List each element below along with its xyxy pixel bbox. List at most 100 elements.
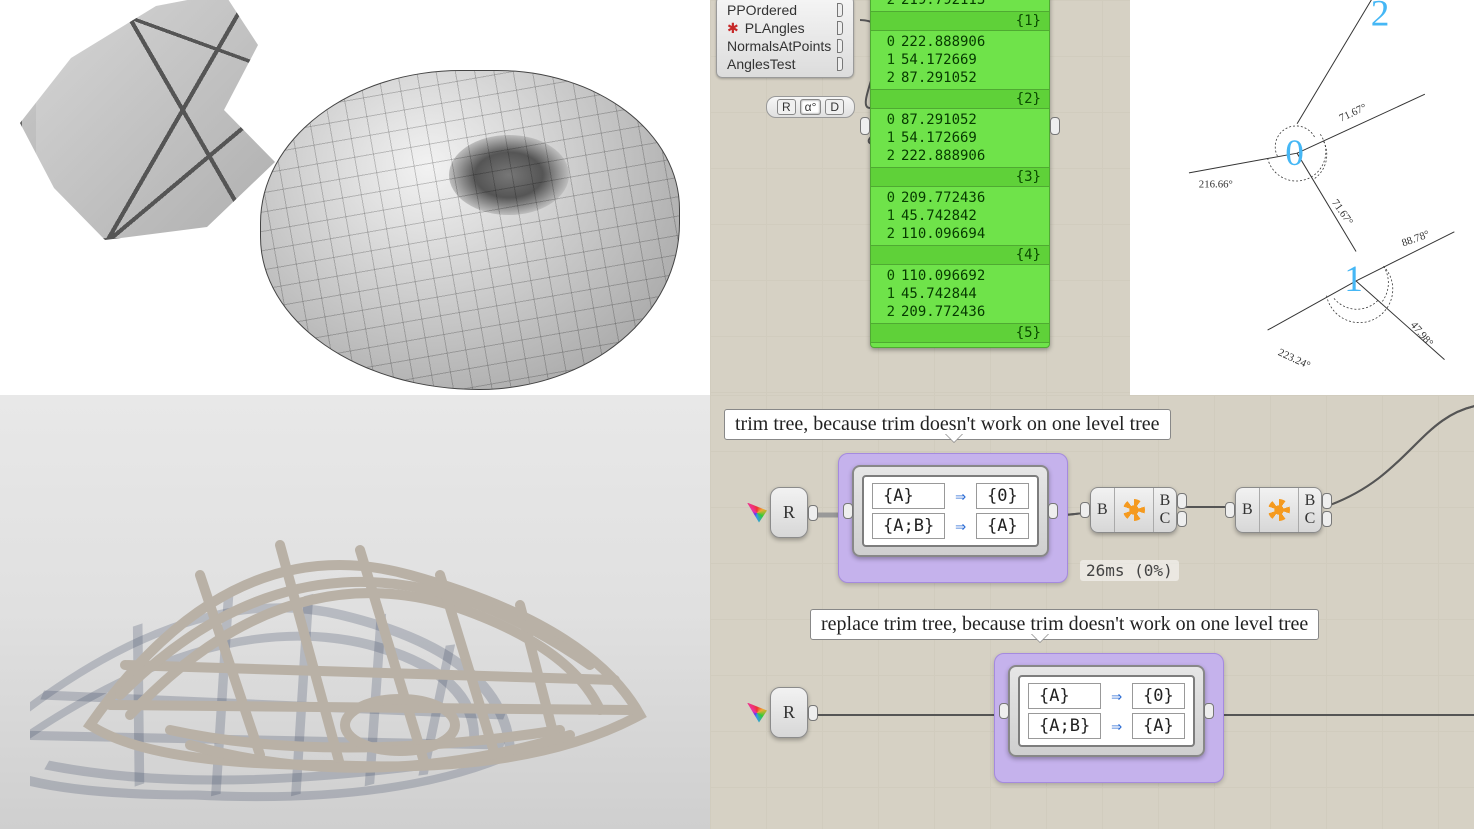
angle-label: 216.66° [1199,179,1233,191]
brep-label: R [783,502,795,523]
param-ppordered[interactable]: PPOrdered [727,1,843,19]
arrow-right-icon: ⇒ [1111,716,1122,737]
param-output-grip[interactable] [837,57,843,71]
angle-label: 223.24° [1276,347,1312,372]
param-anglestest[interactable]: AnglesTest [727,55,843,73]
data-item: 287.291052 [871,69,1049,87]
angle-label: 71.67° [1338,101,1369,124]
panel-leading-items: 173.169885 2219.792113 [871,0,1049,11]
data-item: 145.742844 [871,285,1049,303]
data-panel[interactable]: 173.169885 2219.792113 {1}0222.888906154… [870,0,1050,348]
explode-icon [1123,499,1145,521]
data-item: 2219.792113 [871,0,1049,9]
viewport-meshes [0,0,710,395]
explode-tree-component-2[interactable]: B BC [1235,487,1322,533]
rendered-lattice-viewport [0,395,710,829]
degrees-component[interactable]: R α° D [766,96,855,118]
comp-output-grip[interactable] [1048,503,1058,519]
data-item: 154.172669 [871,129,1049,147]
deg-d-button[interactable]: D [825,99,844,115]
ports-out: BC [1298,488,1322,532]
branch-header: {3} [871,167,1049,187]
angle-diagram: 2 0 216.66° 71.67° 71.67° 1 223.24° 88.7… [1130,0,1474,395]
scribble-note-2[interactable]: replace trim tree, because trim doesn't … [810,609,1319,640]
path-mapper-1[interactable]: {A} ⇒ {0} {A;B} ⇒ {A} [852,465,1049,557]
data-item: 0209.772436 [871,189,1049,207]
data-item: 2222.888906 [871,147,1049,165]
grasshopper-canvas-data[interactable]: PPOrdered ✱ PLAngles NormalsAtPoints Ang… [710,0,1474,395]
param-output-grip[interactable] [837,39,843,53]
deg-degrees-button[interactable]: α° [800,99,822,115]
data-item: 154.172669 [871,51,1049,69]
comp-output-grip[interactable] [1204,703,1214,719]
scribble-note-1[interactable]: trim tree, because trim doesn't work on … [724,409,1171,440]
path-src: {A} [872,483,945,509]
explode-tree-component-1[interactable]: B BC [1090,487,1177,533]
param-output-grip[interactable] [837,3,843,17]
brep-param-input-1[interactable]: R [770,487,808,538]
data-item: 2209.772436 [871,303,1049,321]
data-item: 2110.096694 [871,225,1049,243]
path-rules-panel[interactable]: {A} ⇒ {0} {A;B} ⇒ {A} [1018,675,1195,747]
param-plangles[interactable]: ✱ PLAngles [727,19,843,37]
comp-output-grip[interactable] [1322,511,1332,527]
panel-output-grip[interactable] [1050,117,1060,135]
param-output-grip[interactable] [808,705,818,721]
scribble-tail-icon [1031,633,1049,651]
param-label: AnglesTest [727,56,795,72]
profiler-readout: 26ms (0%) [1080,560,1179,581]
param-output-grip[interactable] [837,21,843,35]
comp-output-grip[interactable] [1322,493,1332,509]
path-dst: {A} [976,513,1029,539]
path-src: {A;B} [872,513,945,539]
path-dst: {A} [1132,713,1185,739]
path-rules-panel[interactable]: {A} ⇒ {0} {A;B} ⇒ {A} [862,475,1039,547]
anchor-1: 1 [1344,259,1363,300]
data-item: 145.742842 [871,207,1049,225]
data-item: 087.291052 [871,111,1049,129]
anchor-0: 0 [1285,133,1304,174]
branch-header: {5} [871,323,1049,343]
scribble-text: replace trim tree, because trim doesn't … [821,613,1308,635]
branch-header: {4} [871,245,1049,265]
branch-header: {1} [871,11,1049,31]
comp-input-grip[interactable] [1080,502,1090,518]
comp-input-grip[interactable] [999,703,1009,719]
comp-output-grip[interactable] [1177,493,1187,509]
ports-out: BC [1153,488,1177,532]
data-item: 0110.096692 [871,267,1049,285]
subd-mesh-torus [260,70,680,390]
param-output-grip[interactable] [808,505,818,521]
path-dst: {0} [1132,683,1185,709]
lattice-shell [30,465,670,805]
ports-in: B [1091,488,1115,532]
path-dst: {0} [976,483,1029,509]
arrow-right-icon: ⇒ [955,486,966,507]
panel-input-grip[interactable] [860,117,870,135]
comp-input-grip[interactable] [843,503,853,519]
param-container[interactable]: PPOrdered ✱ PLAngles NormalsAtPoints Ang… [716,0,854,78]
arrow-right-icon: ⇒ [955,516,966,537]
path-src: {A;B} [1028,713,1101,739]
anchor-2: 2 [1371,0,1390,34]
param-normalsatpoints[interactable]: NormalsAtPoints [727,37,843,55]
ports-in: B [1236,488,1260,532]
angle-label: 47.98° [1408,319,1436,349]
comp-input-grip[interactable] [1225,502,1235,518]
branch-header: {2} [871,89,1049,109]
data-item: 0222.888906 [871,33,1049,51]
comp-output-grip[interactable] [1177,511,1187,527]
brep-param-input-2[interactable]: R [770,687,808,738]
explode-icon [1268,499,1290,521]
param-label: PLAngles [745,20,805,36]
param-label: PPOrdered [727,2,797,18]
scribble-tail-icon [945,433,963,451]
path-mapper-2[interactable]: {A} ⇒ {0} {A;B} ⇒ {A} [1008,665,1205,757]
deg-radians-button[interactable]: R [777,99,796,115]
arrow-right-icon: ⇒ [1111,686,1122,707]
grasshopper-canvas-trimtree[interactable]: trim tree, because trim doesn't work on … [710,395,1474,829]
param-label: NormalsAtPoints [727,38,831,54]
scribble-text: trim tree, because trim doesn't work on … [735,413,1160,435]
path-src: {A} [1028,683,1101,709]
brep-label: R [783,702,795,723]
